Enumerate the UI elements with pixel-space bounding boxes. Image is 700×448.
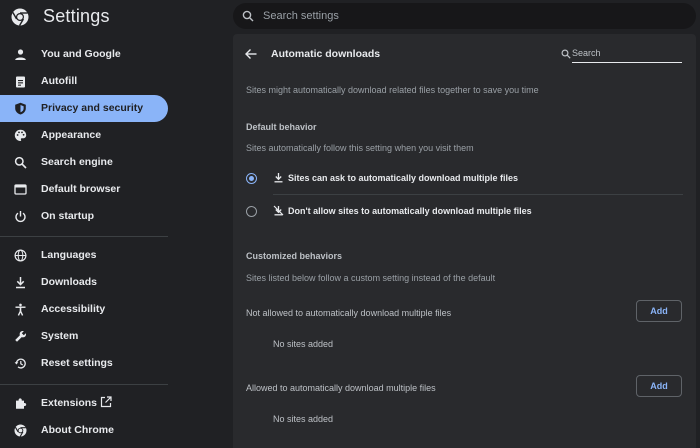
download-icon: [274, 173, 283, 183]
sidebar-item-label: Autofill: [41, 75, 78, 87]
search-icon: [561, 49, 571, 59]
default-behavior-description: Sites automatically follow this setting …: [246, 143, 474, 153]
sidebar-item-downloads[interactable]: Downloads: [0, 269, 168, 296]
person-icon: [15, 49, 26, 60]
panel-header: Automatic downloads: [233, 34, 696, 74]
app-title: Settings: [43, 6, 110, 26]
sidebar-item-on-startup[interactable]: On startup: [0, 203, 168, 230]
sidebar-item-label: Downloads: [41, 276, 98, 288]
sidebar-item-label: On startup: [41, 210, 95, 222]
accessibility-icon: [15, 303, 26, 316]
radio-allow-automatic-downloads[interactable]: [246, 173, 257, 184]
sidebar-item-label: You and Google: [41, 48, 121, 60]
add-allowed-site-button[interactable]: Add: [636, 375, 682, 397]
clipboard-icon: [16, 76, 25, 88]
sidebar-item-default-browser[interactable]: Default browser: [0, 176, 168, 203]
sidebar-divider: [0, 384, 168, 385]
sidebar-item-label: Search engine: [41, 156, 113, 168]
sidebar-item-reset-settings[interactable]: Reset settings: [0, 350, 168, 377]
sidebar-item-label: Languages: [41, 249, 97, 261]
shield-icon: [15, 102, 26, 115]
automatic-downloads-panel: Automatic downloads Sites might automati…: [233, 34, 696, 448]
not-allowed-empty-text: No sites added: [273, 339, 334, 349]
sidebar-item-accessibility[interactable]: Accessibility: [0, 296, 168, 323]
top-bar: Settings: [0, 0, 700, 34]
sidebar-item-extensions[interactable]: Extensions: [0, 390, 168, 417]
sidebar-item-search-engine[interactable]: Search engine: [0, 149, 168, 176]
chrome-logo-icon: [11, 8, 29, 26]
option-allow-label[interactable]: Sites can ask to automatically download …: [288, 173, 518, 183]
site-search[interactable]: [559, 44, 683, 64]
settings-app: Settings You and Google Autof: [0, 0, 700, 448]
sidebar-item-autofill[interactable]: Autofill: [0, 68, 168, 95]
sidebar-item-label: Extensions: [41, 397, 98, 409]
sidebar-item-system[interactable]: System: [0, 323, 168, 350]
download-off-icon: [273, 205, 284, 216]
sidebar-item-you-and-google[interactable]: You and Google: [0, 41, 168, 68]
sidebar-item-label: Reset settings: [41, 357, 113, 369]
customized-behaviors-description: Sites listed below follow a custom setti…: [246, 273, 496, 283]
not-allowed-list-label: Not allowed to automatically download mu…: [246, 308, 452, 318]
add-not-allowed-site-button[interactable]: Add: [636, 300, 682, 322]
intro-text: Sites might automatically download relat…: [246, 85, 539, 95]
site-search-input[interactable]: [572, 44, 682, 63]
power-icon: [15, 211, 26, 223]
sidebar-item-languages[interactable]: Languages: [0, 242, 168, 269]
palette-icon: [14, 129, 27, 141]
sidebar-item-label: Default browser: [41, 183, 121, 195]
sidebar-item-label: Appearance: [41, 129, 102, 141]
sidebar-item-about-chrome[interactable]: About Chrome: [0, 417, 168, 444]
sidebar-item-label: System: [41, 330, 79, 342]
options-divider: [273, 194, 683, 195]
chrome-icon: [14, 424, 27, 437]
sidebar-item-label: About Chrome: [41, 424, 114, 436]
customized-behaviors-heading: Customized behaviors: [246, 251, 343, 261]
globe-icon: [14, 249, 27, 262]
settings-search-input[interactable]: [263, 3, 683, 29]
settings-search[interactable]: [233, 3, 696, 29]
sidebar: You and Google Autofill Privacy and secu…: [0, 34, 168, 448]
search-icon: [14, 156, 27, 169]
wrench-icon: [15, 330, 27, 342]
allowed-list-label: Allowed to automatically download multip…: [246, 383, 436, 393]
external-link-icon[interactable]: [100, 396, 112, 408]
puzzle-icon: [16, 398, 27, 409]
sidebar-item-label: Accessibility: [41, 303, 106, 315]
allowed-empty-text: No sites added: [273, 414, 334, 424]
history-icon: [14, 358, 26, 369]
option-block-label[interactable]: Don't allow sites to automatically downl…: [288, 206, 532, 216]
sidebar-item-privacy-and-security[interactable]: Privacy and security: [0, 95, 168, 122]
default-behavior-heading: Default behavior: [246, 122, 317, 132]
radio-block-automatic-downloads[interactable]: [246, 206, 257, 217]
sidebar-item-label: Privacy and security: [41, 102, 144, 114]
sidebar-item-appearance[interactable]: Appearance: [0, 122, 168, 149]
download-icon: [16, 277, 25, 289]
search-icon: [242, 10, 254, 22]
browser-icon: [14, 184, 27, 195]
panel-title: Automatic downloads: [271, 48, 381, 60]
sidebar-divider: [0, 236, 168, 237]
back-arrow-icon[interactable]: [244, 47, 258, 61]
